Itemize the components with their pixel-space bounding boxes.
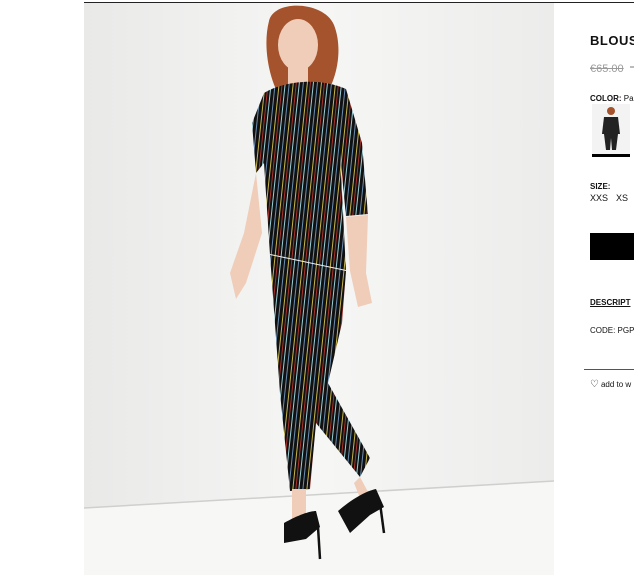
divider bbox=[584, 369, 634, 370]
size-option-xxs[interactable]: XXS bbox=[590, 193, 608, 203]
product-details-panel: BLOUS €65.00 COLOR: Pa SIZE: XXS XS DESCR… bbox=[554, 0, 634, 580]
product-code: CODE: PGP bbox=[590, 326, 634, 335]
color-label-text: COLOR: bbox=[590, 94, 622, 103]
description-link[interactable]: DESCRIPT bbox=[590, 298, 630, 307]
color-value: Pa bbox=[623, 94, 634, 103]
heart-outline-icon: ♡ bbox=[590, 379, 599, 390]
product-image[interactable] bbox=[84, 3, 554, 575]
size-options: XXS XS bbox=[590, 193, 634, 203]
price-separator bbox=[630, 66, 634, 68]
color-label: COLOR: Pa bbox=[590, 94, 634, 103]
product-title: BLOUS bbox=[590, 33, 634, 48]
add-to-wishlist-link[interactable]: ♡ add to w bbox=[590, 379, 631, 390]
add-to-cart-button[interactable] bbox=[590, 233, 634, 260]
product-price: €65.00 bbox=[590, 63, 624, 75]
wishlist-label: add to w bbox=[600, 380, 632, 389]
size-label: SIZE: bbox=[590, 182, 611, 191]
color-swatch[interactable] bbox=[592, 104, 630, 157]
size-option-xs[interactable]: XS bbox=[616, 193, 628, 203]
